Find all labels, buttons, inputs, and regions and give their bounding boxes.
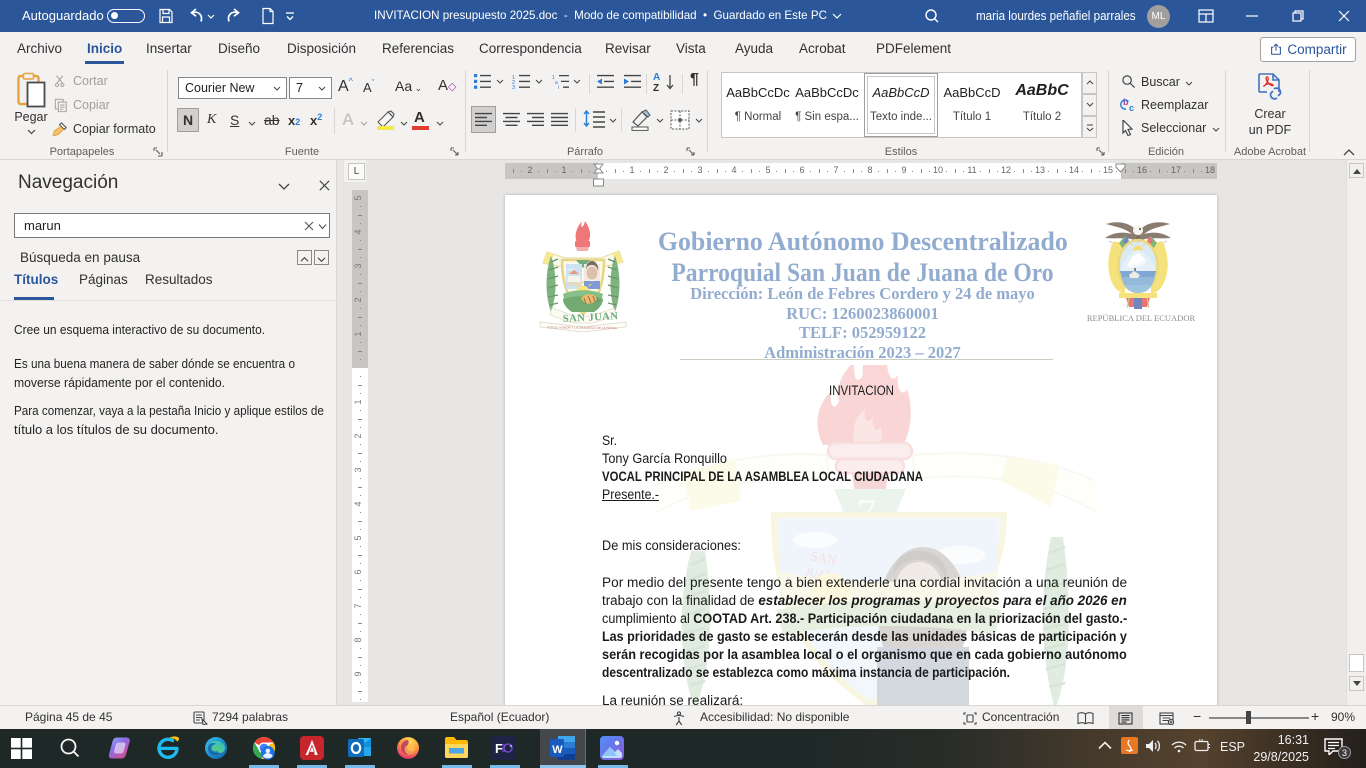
svg-text:F: F: [495, 741, 503, 756]
svg-text:3: 3: [512, 85, 515, 89]
svg-text:W: W: [552, 744, 563, 756]
svg-text:POR EL HONOR Y LA GRANDEZA DE: POR EL HONOR Y LA GRANDEZA DE LA PATRIA: [547, 326, 618, 331]
svg-text:i: i: [558, 85, 559, 89]
svg-text:c: c: [1129, 103, 1134, 113]
svg-text:SAN JUAN: SAN JUAN: [563, 311, 619, 325]
